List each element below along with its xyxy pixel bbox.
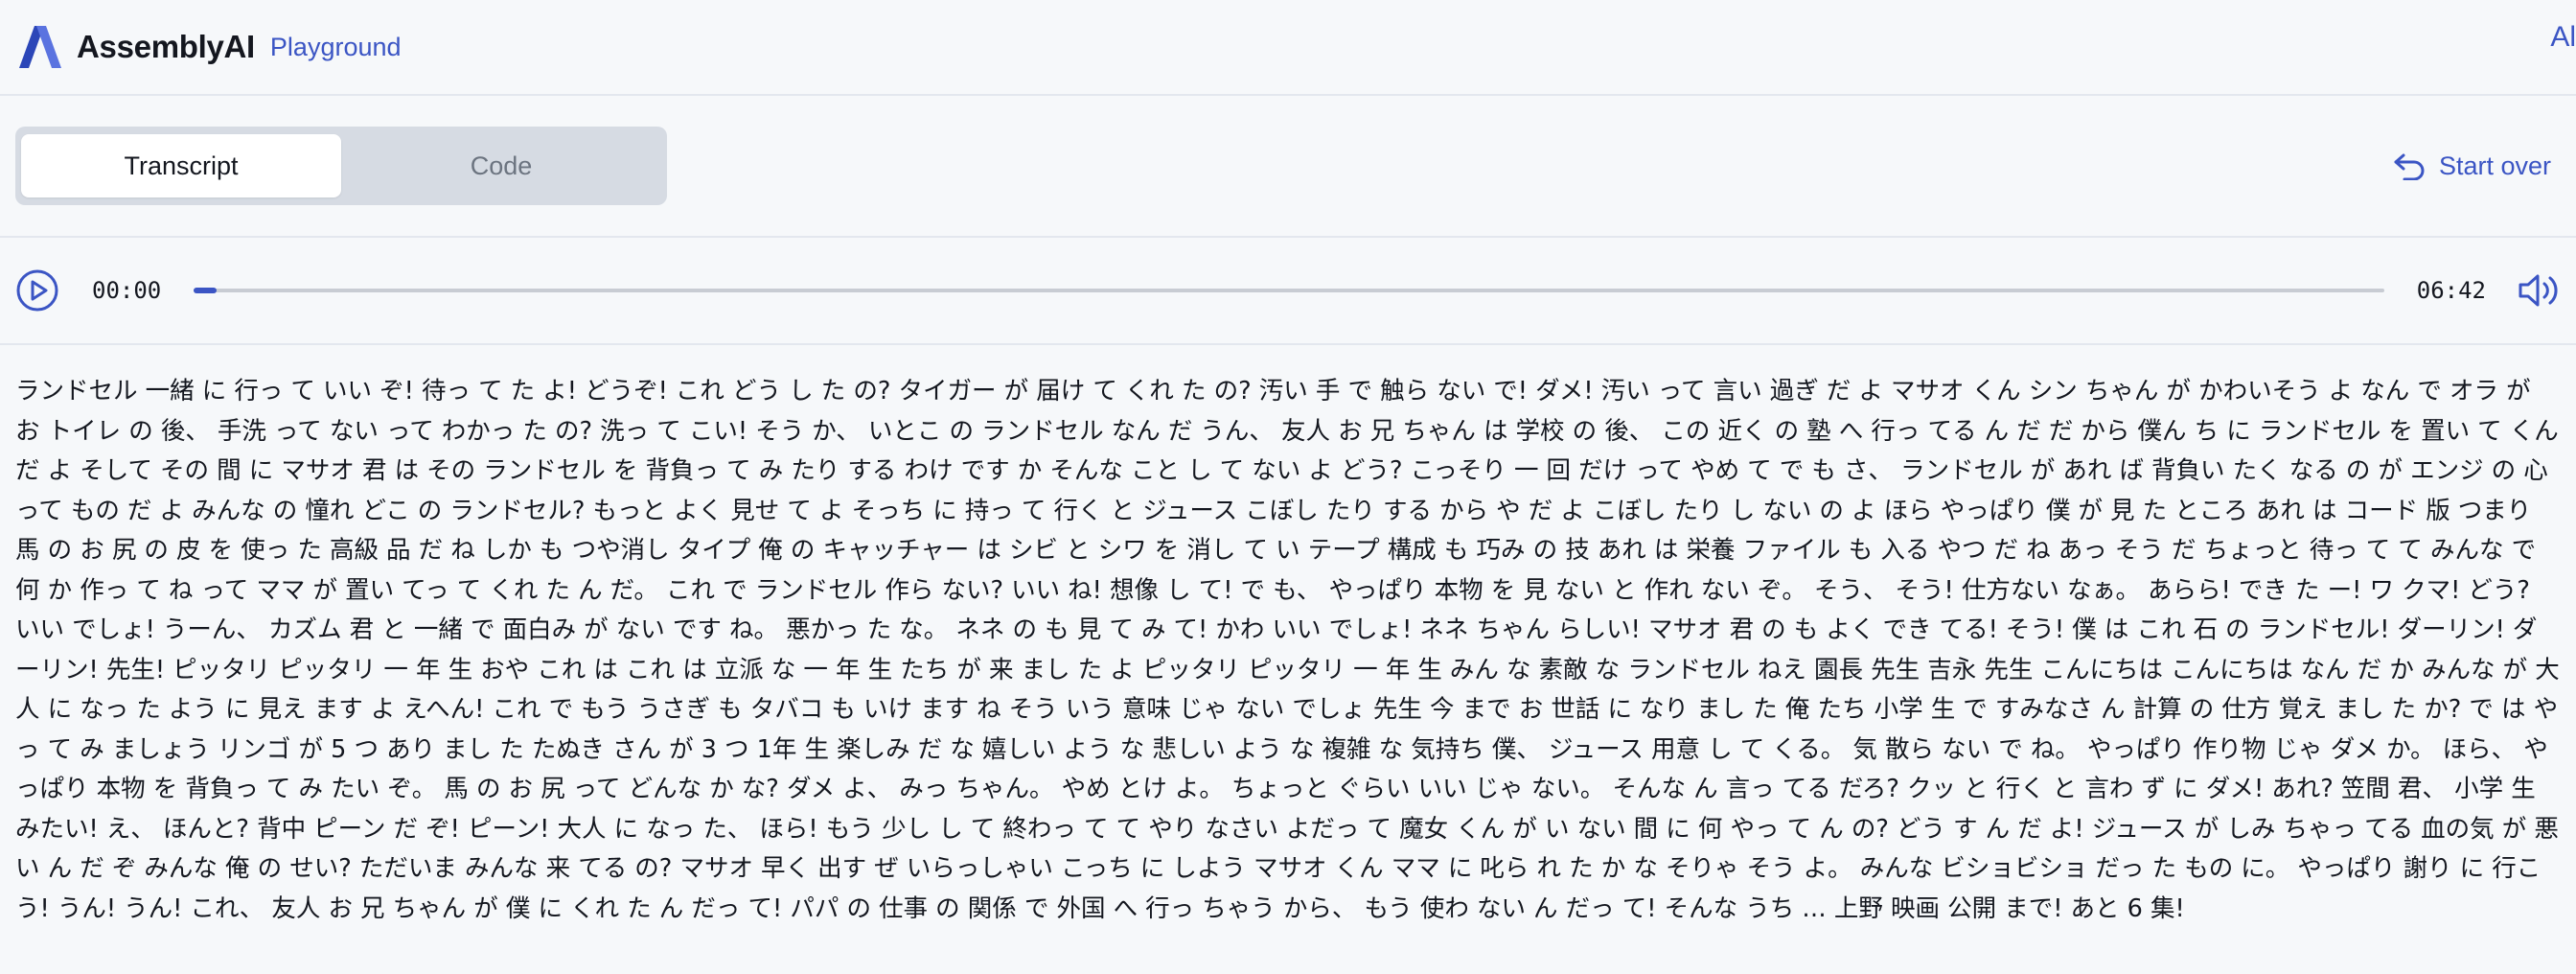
top-right-link-partial[interactable]: Al: [2550, 21, 2576, 54]
current-time: 00:00: [92, 277, 162, 304]
top-bar: AssemblyAI Playground Al: [0, 0, 2576, 96]
volume-icon[interactable]: [2515, 267, 2561, 313]
tab-code[interactable]: Code: [341, 134, 661, 197]
assemblyai-logo-icon[interactable]: [15, 22, 65, 72]
brand-name[interactable]: AssemblyAI: [77, 29, 255, 65]
audio-player: 00:00 06:42: [0, 238, 2576, 345]
seek-progress: [194, 288, 218, 293]
undo-arrow-icon: [2394, 153, 2425, 180]
product-name[interactable]: Playground: [270, 33, 402, 62]
duration: 06:42: [2416, 277, 2486, 304]
transcript-text: ランドセル 一緒 に 行っ て いい ぞ! 待っ て た よ! どうぞ! これ …: [15, 377, 2560, 923]
view-tabs: Transcript Code: [15, 127, 667, 205]
view-controls: Transcript Code Start over: [0, 96, 2576, 238]
start-over-button[interactable]: Start over: [2393, 151, 2551, 181]
tab-transcript[interactable]: Transcript: [21, 134, 341, 197]
play-circle-icon[interactable]: [15, 268, 59, 313]
start-over-label: Start over: [2438, 151, 2551, 180]
seek-bar[interactable]: [194, 288, 2384, 293]
